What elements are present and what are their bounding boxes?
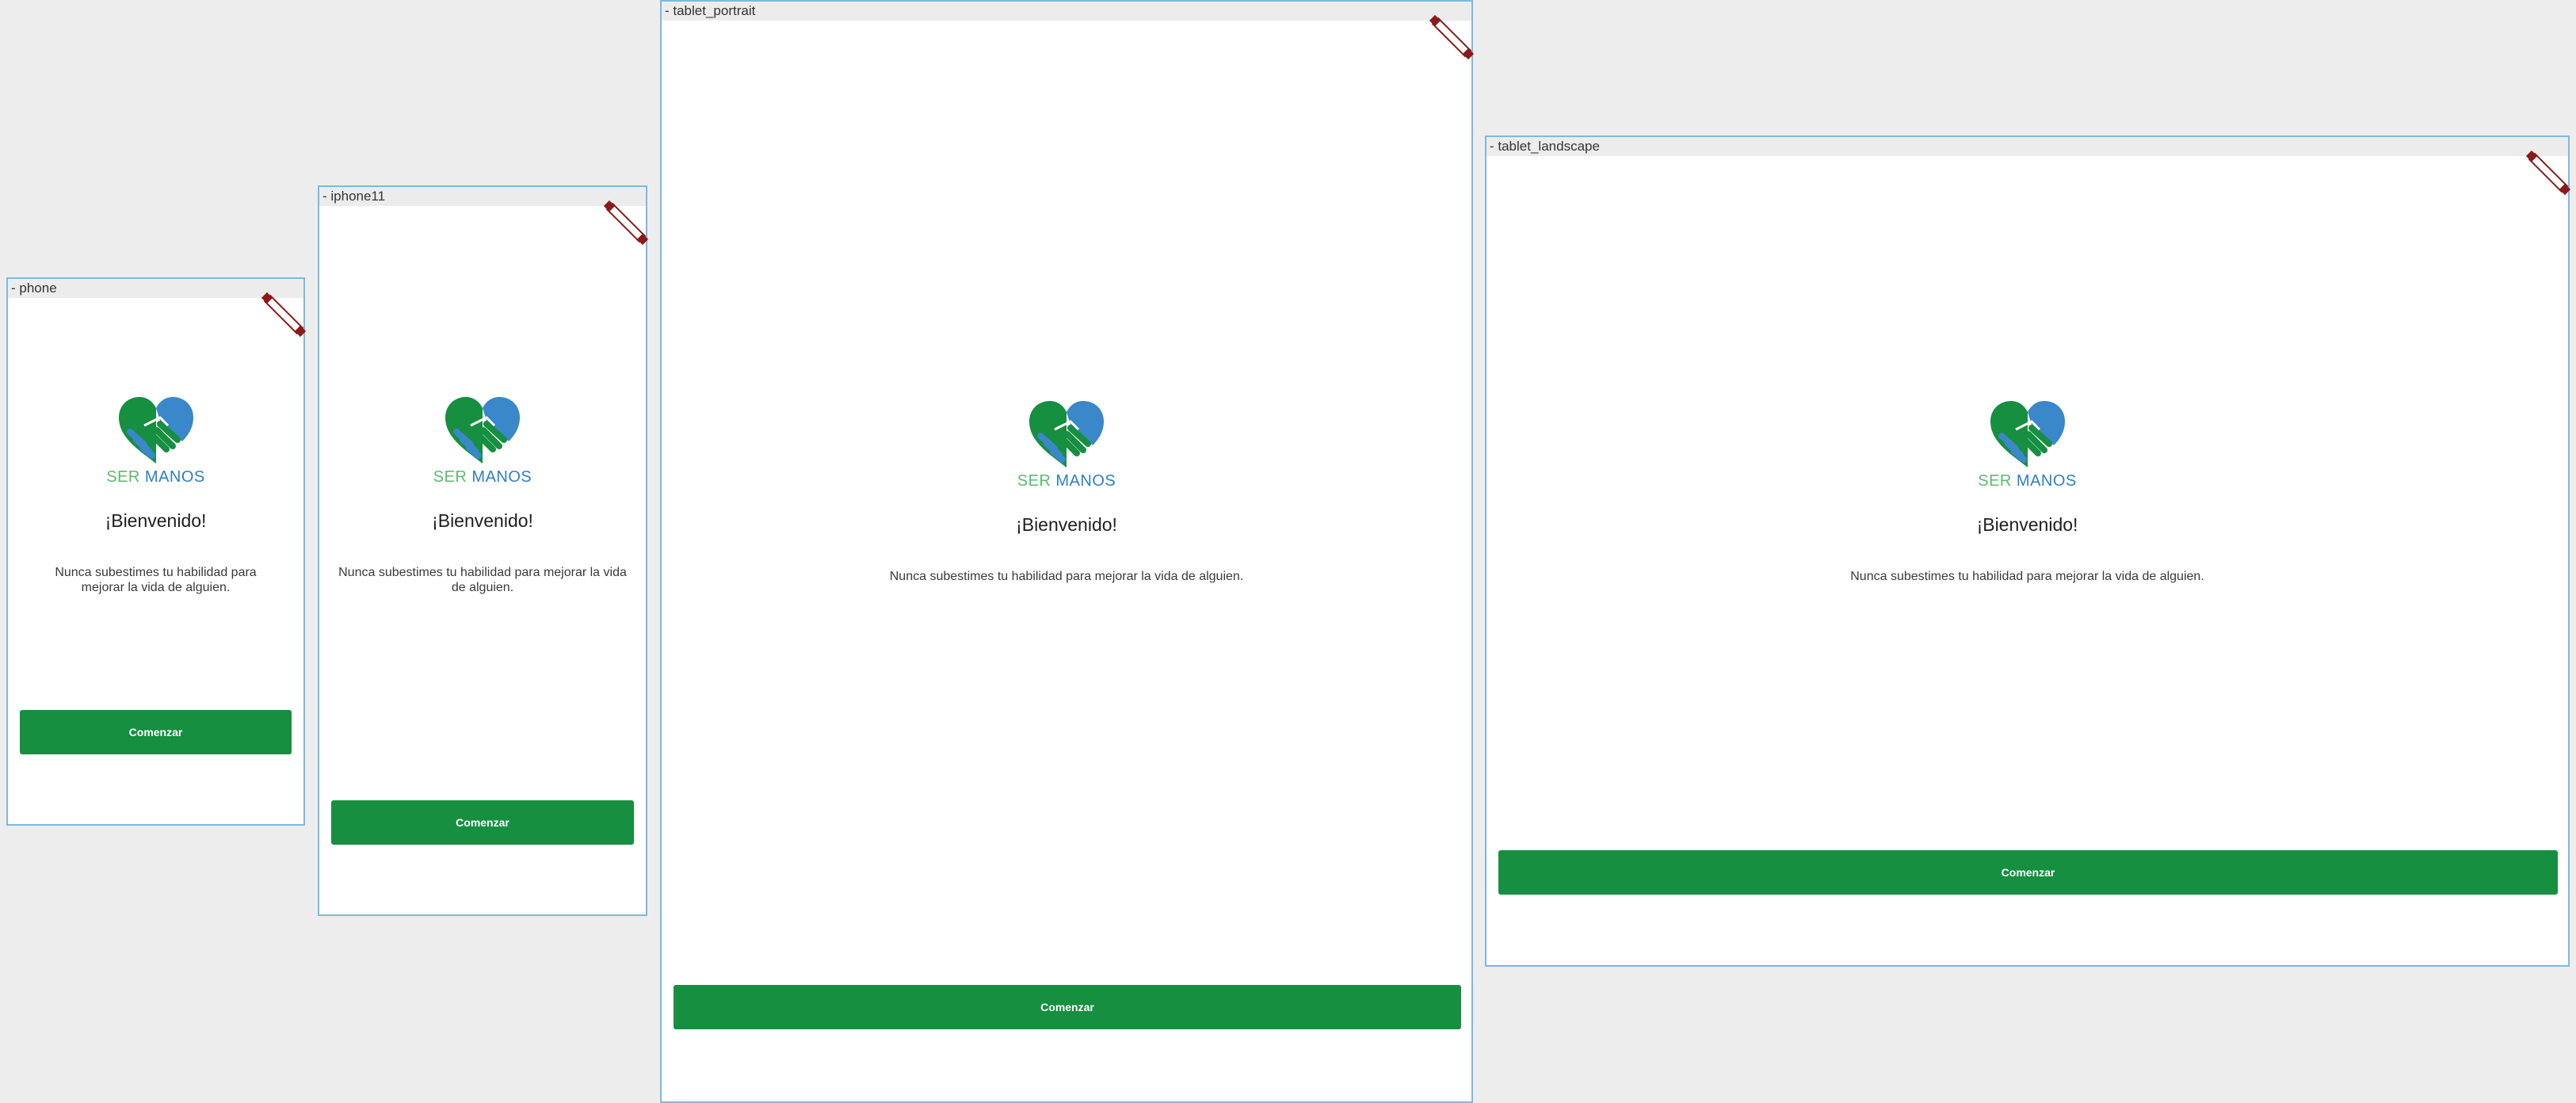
device-frame-tablet-landscape: - tablet_landscape SER MANOS ¡Bienvenido… [1485,135,2571,967]
heart-handshake-icon [118,397,193,464]
start-button[interactable]: Comenzar [20,710,292,754]
logo [1011,398,1122,469]
brand-name: SER MANOS [433,468,532,486]
logo [1972,398,2083,469]
welcome-content: SER MANOS ¡Bienvenido! Nunca subestimes … [1486,398,2568,584]
welcome-title: ¡Bienvenido! [1016,514,1117,535]
welcome-content: SER MANOS ¡Bienvenido! Nunca subestimes … [8,394,303,595]
brand-name: SER MANOS [106,468,205,486]
device-frame-iphone11: - iphone11 SER MANOS ¡Bienvenido! Nunca … [318,185,649,916]
heart-handshake-icon [445,397,520,464]
device-label: - tablet_landscape [1486,137,2568,156]
device-label: - iphone11 [319,187,646,206]
welcome-content: SER MANOS ¡Bienvenido! Nunca subestimes … [662,398,1471,584]
welcome-subtitle: Nunca subestimes tu habilidad para mejor… [338,566,627,594]
brand-name: SER MANOS [1978,472,2077,490]
logo [101,394,212,465]
resize-handle-icon[interactable] [1429,14,1475,60]
resize-handle-icon[interactable] [603,200,649,246]
welcome-subtitle: Nunca subestimes tu habilidad para mejor… [889,570,1244,583]
resize-handle-icon[interactable] [2525,150,2571,196]
resize-handle-icon[interactable] [261,292,307,338]
welcome-subtitle: Nunca subestimes tu habilidad para mejor… [55,566,257,594]
welcome-title: ¡Bienvenido! [432,510,533,531]
welcome-title: ¡Bienvenido! [1976,514,2078,535]
device-frame-tablet-portrait: - tablet_portrait SER MANOS ¡Bienvenido!… [660,0,1475,1103]
start-button[interactable]: Comenzar [331,800,634,845]
device-label: - phone [8,279,303,298]
start-button[interactable]: Comenzar [674,985,1461,1029]
heart-handshake-icon [1029,401,1104,468]
start-button[interactable]: Comenzar [1498,850,2558,895]
welcome-subtitle: Nunca subestimes tu habilidad para mejor… [1850,570,2204,583]
welcome-title: ¡Bienvenido! [105,510,207,531]
logo [427,394,538,465]
heart-handshake-icon [1990,401,2065,468]
device-frame-phone: - phone SER MANOS ¡Bienvenido! Nunca sub… [6,277,307,826]
welcome-content: SER MANOS ¡Bienvenido! Nunca subestimes … [319,394,646,595]
brand-name: SER MANOS [1017,472,1116,490]
device-label: - tablet_portrait [662,2,1471,21]
